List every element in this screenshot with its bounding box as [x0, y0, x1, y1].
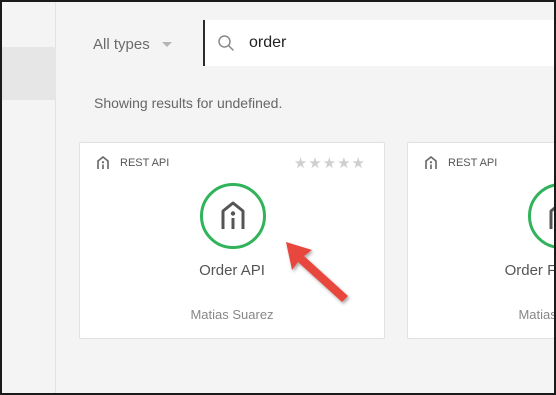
search-icon: [218, 35, 234, 51]
results-message: Showing results for undefined.: [94, 95, 283, 111]
card-type-text: REST API: [448, 157, 498, 169]
type-filter-label: All types: [93, 35, 150, 53]
card-author: Matias Suarez: [190, 307, 274, 322]
search-input[interactable]: [249, 28, 549, 58]
rest-api-icon: [425, 156, 437, 169]
api-logo: [200, 183, 266, 249]
card-title[interactable]: Order API: [80, 262, 384, 279]
card-type-label: REST API: [96, 155, 169, 171]
api-card[interactable]: REST API Order Fulfillment Matias Suarez: [407, 142, 556, 339]
card-type-text: REST API: [120, 157, 170, 169]
card-title[interactable]: Order Fulfillment: [408, 262, 554, 279]
card-type-label: REST API: [424, 155, 497, 171]
chevron-down-icon: [161, 41, 172, 47]
search-bar[interactable]: [203, 20, 554, 66]
card-author: Matias Suarez: [518, 307, 556, 322]
api-card[interactable]: REST API ★★★★★ Order API Matias Suarez: [79, 142, 385, 339]
main-content: All types Showing results for undefined.…: [57, 2, 554, 393]
app-window: All types Showing results for undefined.…: [0, 0, 556, 395]
api-gateway-icon: [221, 201, 245, 229]
type-filter-dropdown[interactable]: All types: [93, 32, 172, 56]
api-logo: [528, 183, 554, 249]
rest-api-icon: [97, 156, 109, 169]
api-gateway-icon: [549, 206, 554, 229]
sidebar: [2, 2, 56, 393]
rating-stars[interactable]: ★★★★★: [294, 154, 366, 172]
sidebar-selected-item[interactable]: [2, 47, 56, 100]
